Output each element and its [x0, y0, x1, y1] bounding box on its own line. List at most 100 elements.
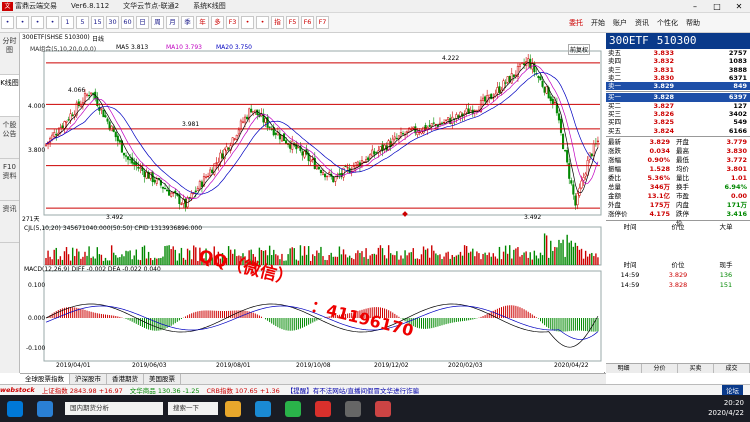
volume-bar — [463, 245, 466, 265]
adjust-button[interactable]: 前复权 — [568, 44, 591, 55]
volume-bar — [78, 251, 80, 265]
book-row[interactable]: 卖四 3.832 1083 — [606, 57, 750, 65]
kline-chart-area[interactable]: 300ETF(SHSE 510300) 日线 MA组合(5,10,20,0,0,… — [20, 33, 605, 373]
book-row[interactable]: 卖三 3.831 3888 — [606, 66, 750, 74]
toolbar-F11-icon[interactable]: • — [256, 16, 269, 29]
volume-bar — [426, 248, 429, 265]
candle-body — [200, 181, 203, 187]
media-icon[interactable] — [375, 400, 391, 417]
toolbar-F7-icon[interactable]: F7 — [316, 16, 329, 29]
menu-start[interactable]: 开始 — [591, 18, 605, 28]
volume-bar — [76, 248, 78, 265]
toolbar-F5-icon[interactable]: F5 — [286, 16, 299, 29]
left-tab-intraday[interactable]: 分时图 — [0, 33, 19, 75]
toolbar-forward-icon[interactable]: • — [16, 16, 29, 29]
toolbar-30-icon[interactable]: 30 — [106, 16, 119, 29]
toolbar-5-icon[interactable]: 5 — [76, 16, 89, 29]
close-icon[interactable]: ✕ — [728, 0, 750, 13]
app-icon[interactable] — [37, 400, 53, 417]
book-row[interactable]: 买五 3.824 6166 — [606, 127, 750, 135]
toolbar-季-icon[interactable]: 季 — [181, 16, 194, 29]
book-row[interactable]: 买四 3.825 549 — [606, 118, 750, 126]
candle-body — [85, 94, 89, 96]
left-tab-news[interactable]: 资讯 — [0, 201, 19, 243]
volume-bar — [53, 249, 55, 265]
forum-button[interactable]: 论坛 — [722, 385, 743, 395]
toolbar-back-icon[interactable]: • — [1, 16, 14, 29]
toolbar-年-icon[interactable]: 年 — [196, 16, 209, 29]
status-index-wh[interactable]: 文华商品 130.36 -1.25 — [130, 385, 200, 395]
price-label-low2: 3.492 — [524, 214, 542, 221]
book-row[interactable]: 卖一 3.829 849 — [606, 82, 750, 91]
tab-hk-futures[interactable]: 香港期货 — [107, 374, 144, 384]
volume-bar — [55, 247, 57, 265]
kline-chart[interactable] — [20, 33, 605, 373]
settings-icon[interactable] — [345, 400, 361, 417]
volume-bar — [566, 234, 568, 265]
menu-custom[interactable]: 个性化 — [657, 18, 678, 28]
toolbar-1-icon[interactable]: 1 — [61, 16, 74, 29]
volume-bar — [82, 256, 84, 265]
maximize-icon[interactable]: □ — [706, 0, 728, 13]
volume-bar — [451, 254, 453, 265]
volume-bar — [494, 256, 497, 265]
toolbar-zoom-out-icon[interactable]: • — [46, 16, 59, 29]
toolbar-日-icon[interactable]: 日 — [136, 16, 149, 29]
toolbar-15-icon[interactable]: 15 — [91, 16, 104, 29]
toolbar-60-icon[interactable]: 60 — [121, 16, 134, 29]
toolbar-周-icon[interactable]: 周 — [151, 16, 164, 29]
toolbar-F6-icon[interactable]: F6 — [301, 16, 314, 29]
toolbar-F10-icon[interactable]: • — [241, 16, 254, 29]
volume-bar — [117, 257, 119, 265]
tab-detail[interactable]: 明细 — [606, 364, 642, 373]
menu-help[interactable]: 帮助 — [686, 18, 700, 28]
book-row[interactable]: 买一 3.828 6397 — [606, 93, 750, 102]
left-tab-kline[interactable]: K线图 — [0, 75, 19, 117]
candle-body — [465, 108, 468, 113]
toolbar-月-icon[interactable]: 月 — [166, 16, 179, 29]
candle-body — [61, 125, 64, 128]
status-notice[interactable]: 【提醒】有不法网站/直播间假冒文华进行诈骗 — [287, 385, 419, 395]
volume-bar — [166, 245, 168, 265]
candle-body — [572, 184, 575, 195]
toolbar-多-icon[interactable]: 多 — [211, 16, 224, 29]
book-row[interactable]: 买二 3.827 127 — [606, 102, 750, 110]
stat-row: 涨停价 4.175 跌停价 3.416 — [608, 209, 747, 227]
left-tab-announce[interactable]: 个股公告 — [0, 117, 19, 159]
candle-body — [55, 134, 58, 136]
volume-bar — [394, 255, 396, 265]
tab-shsz[interactable]: 沪深股市 — [70, 374, 107, 384]
taskbar-running-app[interactable]: 国内期货分析 — [65, 402, 163, 415]
menu-news[interactable]: 资讯 — [635, 18, 649, 28]
tab-buysell[interactable]: 买卖 — [678, 364, 714, 373]
book-row[interactable]: 卖五 3.833 2757 — [606, 49, 750, 57]
menu-order[interactable]: 委托 — [569, 18, 583, 28]
tab-us-stocks[interactable]: 美国股票 — [144, 374, 181, 384]
candle-body — [379, 146, 382, 151]
taskbar-search[interactable]: 搜索一下 — [168, 402, 218, 415]
left-tab-f10[interactable]: F10资料 — [0, 159, 19, 201]
folder-icon[interactable] — [225, 400, 241, 417]
toolbar-F3-icon[interactable]: F3 — [226, 16, 239, 29]
start-icon[interactable] — [7, 400, 23, 417]
minimize-icon[interactable]: – — [684, 0, 706, 13]
menu-account[interactable]: 账户 — [613, 18, 627, 28]
candle-body — [225, 146, 228, 152]
candle-body — [553, 102, 556, 104]
chat-icon[interactable] — [285, 400, 301, 417]
trade-app-icon[interactable] — [315, 400, 331, 417]
browser-icon[interactable] — [255, 400, 271, 417]
status-index-crb[interactable]: CRB指数 107.65 +1.36 — [206, 385, 279, 395]
book-row[interactable]: 买三 3.826 3402 — [606, 110, 750, 118]
tab-trade[interactable]: 成交 — [714, 364, 750, 373]
volume-bar — [193, 245, 195, 265]
tab-price[interactable]: 分价 — [642, 364, 678, 373]
book-row[interactable]: 卖二 3.830 6371 — [606, 74, 750, 82]
toolbar-指-icon[interactable]: 指 — [271, 16, 284, 29]
toolbar-zoom-in-icon[interactable]: • — [31, 16, 44, 29]
volume-bar — [537, 258, 540, 265]
volume-bar — [57, 259, 60, 265]
stat-row: 最新 3.829 开盘 3.779 — [608, 137, 747, 146]
tab-global-index[interactable]: 全球股票指数 — [20, 374, 70, 384]
status-index-sh[interactable]: 上证指数 2843.98 +16.97 — [42, 385, 123, 395]
